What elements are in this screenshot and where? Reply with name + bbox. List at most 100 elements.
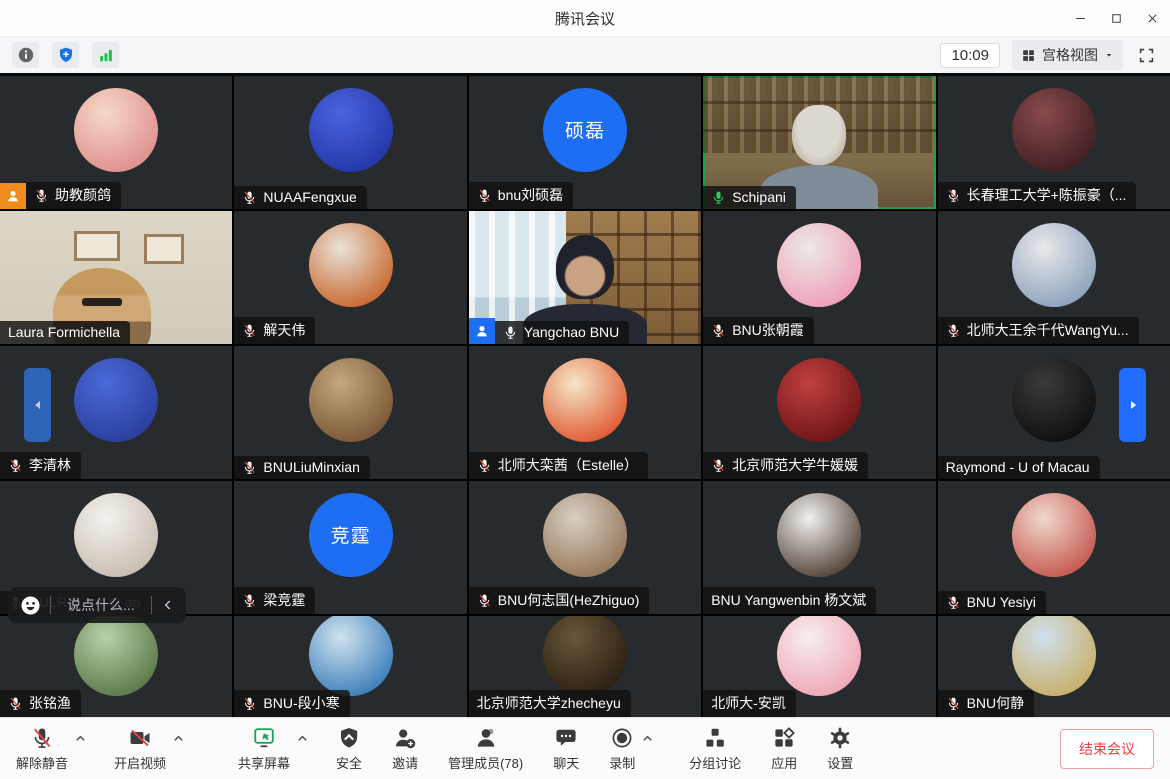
settings-button[interactable]: 设置 [827,726,853,772]
participant-tile[interactable]: 解天伟 [234,211,466,344]
participant-name-label: 北师大-安凯 [703,690,796,717]
arrow-right-icon [1127,398,1139,412]
participant-tile[interactable]: 北师大-安凯 [703,616,935,717]
participant-name: NUAAFengxue [263,189,356,205]
avatar [309,223,393,307]
participant-tile[interactable]: 张铭渔 [0,616,232,717]
participant-name-label: Yangchao BNU [495,321,629,344]
meeting-security-button[interactable] [52,42,79,68]
unmute-button[interactable]: 解除静音 [16,726,68,772]
caret-down-icon [1104,50,1114,60]
page-prev-button[interactable] [24,368,51,442]
participant-name-label: 北师大栾茜（Estelle） [469,452,648,479]
participant-tile[interactable]: BNU何静 [938,616,1170,717]
mic-muted-icon [946,188,961,203]
participant-name-label: 北师大王余千代WangYu... [938,317,1139,344]
grid-view-icon [1021,48,1036,63]
chat-button[interactable]: 聊天 [553,726,579,772]
mic-muted-icon [477,593,492,608]
chevron-up-icon[interactable] [74,732,87,745]
participant-tile[interactable]: BNULiuMinxian [234,346,466,479]
video-label: 开启视频 [114,753,166,772]
participant-tile[interactable]: NUAAFengxue [234,76,466,209]
participant-name: BNU何志国(HeZhiguo) [498,590,640,610]
breakout-button[interactable]: 分组讨论 [689,726,741,772]
maximize-button[interactable] [1098,4,1134,32]
page-next-button[interactable] [1119,368,1146,442]
video-feed-decoration [792,105,846,165]
chat-input-placeholder[interactable]: 说点什么... [51,595,151,615]
invite-person-icon [393,726,417,750]
participant-tile[interactable]: 长春理工大学+陈振豪（... [938,76,1170,209]
control-toolbar: 解除静音开启视频 共享屏幕安全 邀请管理成员(78) 聊天录制分组讨论 应用 设置 结束会议 [0,717,1170,779]
participant-name: Laura Formichella [8,324,120,340]
video-feed-decoration [74,231,120,261]
participant-tile[interactable]: 北师大栾茜（Estelle） [469,346,701,479]
participant-tile[interactable]: 硕磊bnu刘硕磊 [469,76,701,209]
record-icon [610,726,634,750]
participant-tile[interactable]: BNU Yesiyi [938,481,1170,614]
security-label: 安全 [336,753,362,772]
participant-tile[interactable]: BNU何志国(HeZhiguo) [469,481,701,614]
security-button[interactable]: 安全 [336,726,362,772]
apps-button[interactable]: 应用 [771,726,797,772]
participant-tile[interactable]: 北京师范大学牛媛媛 [703,346,935,479]
avatar [1012,358,1096,442]
quick-chat-bar: 说点什么... [8,587,186,623]
participant-name-label: BNU-段小寒 [234,690,349,717]
arrow-left-icon [32,398,44,412]
tencent-meeting-window: 腾讯会议 10:09 宫格视图 说点什么.. [0,0,1170,779]
participant-name-label: 北京师范大学牛媛媛 [703,452,868,479]
network-status-button[interactable] [92,42,119,68]
chevron-up-icon[interactable] [172,732,185,745]
chevron-left-icon [161,598,175,612]
participant-name: BNU张朝霞 [732,320,804,340]
participant-name-label: 长春理工大学+陈振豪（... [938,182,1137,209]
participant-name: 解天伟 [263,320,305,340]
mic-muted-icon [242,323,257,338]
end-meeting-button[interactable]: 结束会议 [1060,729,1154,769]
emoji-button[interactable] [10,594,50,617]
avatar [1012,493,1096,577]
apps-label: 应用 [771,753,797,772]
participant-tile[interactable]: Laura Formichella [0,211,232,344]
participant-tile[interactable]: 北京师范大学zhecheyu [469,616,701,717]
video-button[interactable]: 开启视频 [114,726,166,772]
minimize-button[interactable] [1062,4,1098,32]
mic-muted-icon [8,696,23,711]
fullscreen-button[interactable] [1135,44,1158,67]
participant-name-label: 北京师范大学zhecheyu [469,690,631,717]
participant-tile[interactable]: Schipani [703,76,935,209]
chevron-up-icon[interactable] [641,732,654,745]
meeting-info-button[interactable] [12,42,39,68]
record-button[interactable]: 录制 [609,726,635,772]
participant-name: BNU何静 [967,693,1025,713]
mic-muted-icon [242,460,257,475]
participant-tile[interactable]: Yangchao BNU [469,211,701,344]
collapse-chat-button[interactable] [152,598,184,612]
participant-tile[interactable]: BNU Yangwenbin 杨文斌 [703,481,935,614]
status-bar: 10:09 宫格视图 [0,37,1170,73]
settings-label: 设置 [827,753,853,772]
invite-button[interactable]: 邀请 [392,726,418,772]
participant-name-label: Schipani [703,186,796,209]
share-button[interactable]: 共享屏幕 [238,726,290,772]
avatar [777,223,861,307]
breakout-label: 分组讨论 [689,753,741,772]
participant-tile[interactable]: 北师大王余千代WangYu... [938,211,1170,344]
participant-tile[interactable]: 助教颜鸽 [0,76,232,209]
avatar [777,616,861,696]
participant-tile[interactable]: BNU-段小寒 [234,616,466,717]
participant-name-label: 梁竞霆 [234,587,315,614]
avatar [777,493,861,577]
participant-tile[interactable]: BNU张朝霞 [703,211,935,344]
close-button[interactable] [1134,4,1170,32]
members-button[interactable]: 管理成员(78) [448,726,523,772]
mic-muted-icon [242,593,257,608]
layout-view-button[interactable]: 宫格视图 [1012,40,1123,70]
security-shield-icon [337,726,361,750]
participant-tile[interactable]: 竞霆梁竞霆 [234,481,466,614]
share-screen-icon [252,726,276,750]
chevron-up-icon[interactable] [296,732,309,745]
participant-name-label: bnu刘硕磊 [469,182,573,209]
